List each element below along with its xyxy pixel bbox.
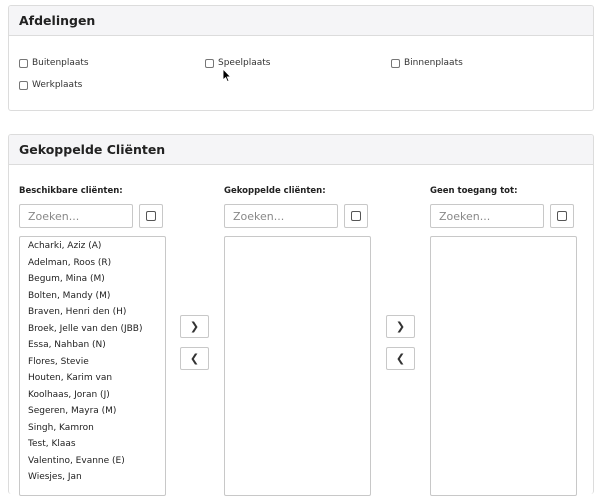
list-item[interactable]: Adelman, Roos (R) bbox=[20, 255, 165, 272]
list-item[interactable]: Acharki, Aziz (A) bbox=[20, 238, 165, 255]
departments-panel: Afdelingen bbox=[8, 5, 594, 111]
checkbox-werkplaats[interactable]: Werkplaats bbox=[19, 80, 82, 90]
list-item[interactable]: Essa, Nahban (N) bbox=[20, 337, 165, 354]
departments-title: Afdelingen bbox=[9, 6, 593, 36]
move-to-linked-from-no-access-button[interactable]: ❮ bbox=[386, 347, 415, 370]
list-item[interactable]: Wiesjes, Jan bbox=[20, 469, 165, 486]
chevron-left-icon: ❮ bbox=[395, 352, 406, 365]
available-clients-list[interactable]: Acharki, Aziz (A) Adelman, Roos (R) Begu… bbox=[19, 236, 166, 496]
linked-search-input[interactable]: Zoeken... bbox=[224, 204, 338, 228]
no-access-label: Geen toegang tot: bbox=[430, 186, 518, 196]
available-clients-label: Beschikbare cliënten: bbox=[19, 186, 123, 196]
checkbox-label: Speelplaats bbox=[218, 58, 271, 68]
list-item[interactable]: Singh, Kamron bbox=[20, 420, 165, 437]
checkbox-box[interactable] bbox=[205, 59, 214, 68]
list-item[interactable]: Braven, Henri den (H) bbox=[20, 304, 165, 321]
available-search-input[interactable]: Zoeken... bbox=[19, 204, 133, 228]
checkbox-square-icon bbox=[351, 211, 361, 221]
move-to-available-button[interactable]: ❮ bbox=[180, 347, 209, 370]
no-access-search-input[interactable]: Zoeken... bbox=[430, 204, 544, 228]
list-item[interactable]: Flores, Stevie bbox=[20, 354, 165, 371]
checkbox-buitenplaats[interactable]: Buitenplaats bbox=[19, 58, 89, 68]
move-to-linked-button[interactable]: ❯ bbox=[180, 315, 209, 338]
chevron-right-icon: ❯ bbox=[395, 320, 406, 333]
chevron-left-icon: ❮ bbox=[189, 352, 200, 365]
checkbox-square-icon bbox=[557, 211, 567, 221]
checkbox-box[interactable] bbox=[391, 59, 400, 68]
checkbox-label: Werkplaats bbox=[32, 80, 83, 90]
list-item[interactable]: Broek, Jelle van den (JBB) bbox=[20, 321, 165, 338]
list-item[interactable]: Begum, Mina (M) bbox=[20, 271, 165, 288]
mouse-pointer-icon bbox=[222, 68, 232, 83]
list-item[interactable]: Test, Klaas bbox=[20, 436, 165, 453]
list-item[interactable]: Koolhaas, Joran (J) bbox=[20, 387, 165, 404]
linked-clients-list[interactable] bbox=[224, 236, 371, 496]
checkbox-label: Binnenplaats bbox=[404, 58, 463, 68]
no-access-list[interactable] bbox=[430, 236, 577, 496]
checkbox-box[interactable] bbox=[19, 59, 28, 68]
checkbox-square-icon bbox=[146, 211, 156, 221]
available-select-all-button[interactable] bbox=[139, 204, 163, 228]
checkbox-speelplaats[interactable]: Speelplaats bbox=[205, 58, 270, 68]
checkbox-label: Buitenplaats bbox=[32, 58, 89, 68]
clients-title: Gekoppelde Cliënten bbox=[9, 135, 593, 165]
list-item[interactable]: Valentino, Evanne (E) bbox=[20, 453, 165, 470]
checkbox-binnenplaats[interactable]: Binnenplaats bbox=[391, 58, 463, 68]
list-item[interactable]: Bolten, Mandy (M) bbox=[20, 288, 165, 305]
no-access-select-all-button[interactable] bbox=[550, 204, 574, 228]
linked-select-all-button[interactable] bbox=[344, 204, 368, 228]
list-item[interactable]: Houten, Karim van bbox=[20, 370, 165, 387]
chevron-right-icon: ❯ bbox=[189, 320, 200, 333]
move-to-no-access-button[interactable]: ❯ bbox=[386, 315, 415, 338]
list-item[interactable]: Segeren, Mayra (M) bbox=[20, 403, 165, 420]
checkbox-box[interactable] bbox=[19, 81, 28, 90]
linked-clients-label: Gekoppelde cliënten: bbox=[224, 186, 326, 196]
